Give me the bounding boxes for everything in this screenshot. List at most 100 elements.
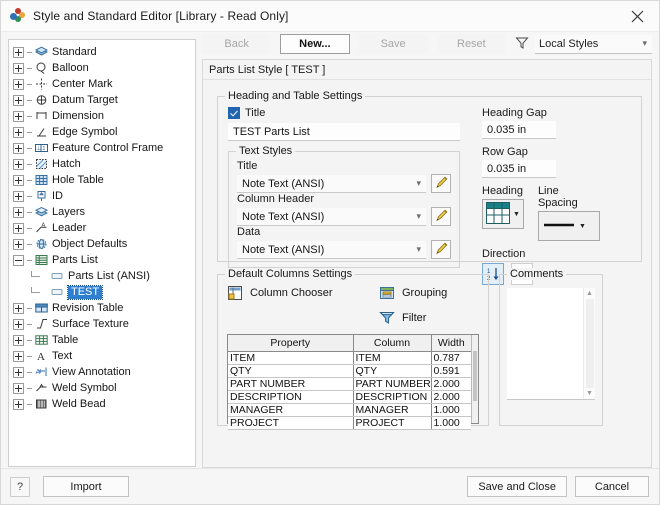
expand-icon[interactable] [13,207,24,218]
expand-icon[interactable] [13,383,24,394]
tree-item-hole-table[interactable]: Hole Table [9,172,195,188]
tree-item-layers[interactable]: Layers [9,204,195,220]
edit-text-style-button[interactable] [431,207,451,226]
expand-icon[interactable] [13,175,24,186]
text-style-select[interactable]: Note Text (ANSI)▾ [237,208,426,226]
table-cell[interactable]: PROJECT [228,417,353,430]
tree-item-id[interactable]: ID [9,188,195,204]
tree-item-weld-bead[interactable]: Weld Bead [9,396,195,412]
title-checkbox-row[interactable]: Title [228,107,460,119]
scrollbar-track[interactable] [586,299,594,388]
table-row[interactable]: MANAGERMANAGER1.000 [228,404,471,417]
back-button[interactable]: Back [202,34,271,54]
expand-icon[interactable] [13,399,24,410]
expand-icon[interactable] [13,191,24,202]
table-cell[interactable]: PART NUMBER [353,378,431,391]
reset-button[interactable]: Reset [437,34,506,54]
expand-icon[interactable] [13,159,24,170]
filter-button[interactable]: Filter [379,310,447,326]
tree-item-balloon[interactable]: Balloon [9,60,195,76]
expand-icon[interactable] [13,47,24,58]
scroll-up-icon[interactable]: ▲ [586,290,593,297]
table-cell[interactable]: ITEM [353,352,431,365]
tree-item-view-annotation[interactable]: AView Annotation [9,364,195,380]
columns-table-header-cell[interactable]: Column [353,335,431,352]
tree-item-hatch[interactable]: Hatch [9,156,195,172]
edit-text-style-button[interactable] [431,174,451,193]
title-checkbox[interactable] [228,107,240,119]
tree-item-test[interactable]: TEST [9,284,195,300]
grouping-button[interactable]: Grouping [379,285,447,301]
tree-item-object-defaults[interactable]: Object Defaults [9,236,195,252]
expand-icon[interactable] [13,319,24,330]
close-icon[interactable] [615,1,659,31]
table-cell[interactable]: ITEM [228,352,353,365]
tree-item-surface-texture[interactable]: Surface Texture [9,316,195,332]
table-row[interactable]: DESCRIPTIONDESCRIPTION2.000 [228,391,471,404]
expand-icon[interactable] [13,351,24,362]
table-cell[interactable]: DESCRIPTION [353,391,431,404]
expand-icon[interactable] [13,111,24,122]
table-row[interactable]: PROJECTPROJECT1.000 [228,417,471,430]
table-cell[interactable]: 0.787 [431,352,471,365]
style-scope-select[interactable]: Local Styles ▾ [535,35,652,54]
table-cell[interactable]: PROJECT [353,417,431,430]
tree-item-weld-symbol[interactable]: Weld Symbol [9,380,195,396]
tree-item-parts-list-ansi[interactable]: Parts List (ANSI) [9,268,195,284]
style-tree-panel[interactable]: StandardBalloonCenter MarkDatum TargetDi… [8,39,196,467]
tree-item-dimension[interactable]: Dimension [9,108,195,124]
table-cell[interactable]: DESCRIPTION [228,391,353,404]
save-button[interactable]: Save [359,34,428,54]
new-button[interactable]: New... [280,34,349,54]
heading-gap-input[interactable]: 0.035 in [482,121,556,139]
tree-item-text[interactable]: AText [9,348,195,364]
expand-icon[interactable] [13,63,24,74]
table-cell[interactable]: PART NUMBER [228,378,353,391]
table-row[interactable]: PART NUMBERPART NUMBER2.000 [228,378,471,391]
comments-textarea[interactable]: ▲ ▼ [507,288,595,400]
expand-icon[interactable] [13,223,24,234]
scroll-down-icon[interactable]: ▼ [586,390,593,397]
cancel-button[interactable]: Cancel [575,476,649,497]
heading-style-dropdown[interactable]: ▼ [482,199,524,229]
table-cell[interactable]: 2.000 [431,391,471,404]
expand-icon[interactable] [13,79,24,90]
tree-item-edge-symbol[interactable]: Edge Symbol [9,124,195,140]
tree-item-parts-list[interactable]: Parts List [9,252,195,268]
column-chooser-button[interactable]: Column Chooser [227,285,379,301]
table-cell[interactable]: QTY [228,365,353,378]
columns-table-wrapper[interactable]: PropertyColumnWidth ITEMITEM0.787QTYQTY0… [227,334,479,424]
expand-icon[interactable] [13,367,24,378]
row-gap-input[interactable]: 0.035 in [482,160,556,178]
tree-item-center-mark[interactable]: Center Mark [9,76,195,92]
columns-table-header-cell[interactable]: Property [228,335,353,352]
comments-text[interactable] [507,288,583,399]
edit-text-style-button[interactable] [431,240,451,259]
tree-item-table[interactable]: Table [9,332,195,348]
tree-item-datum-target[interactable]: Datum Target [9,92,195,108]
table-cell[interactable]: 0.591 [431,365,471,378]
expand-icon[interactable] [13,127,24,138]
import-button[interactable]: Import [43,476,129,497]
line-spacing-dropdown[interactable]: ▼ [538,211,600,241]
collapse-icon[interactable] [13,255,24,266]
columns-table-header-cell[interactable]: Width [431,335,471,352]
comments-scrollbar[interactable]: ▲ ▼ [583,288,595,399]
tree-item-standard[interactable]: Standard [9,44,195,60]
table-cell[interactable]: 1.000 [431,404,471,417]
text-style-select[interactable]: Note Text (ANSI)▾ [237,241,426,259]
table-cell[interactable]: QTY [353,365,431,378]
table-cell[interactable]: 2.000 [431,378,471,391]
expand-icon[interactable] [13,239,24,250]
help-icon[interactable]: ? [10,477,30,497]
title-input[interactable]: TEST Parts List [228,123,460,141]
table-cell[interactable]: 1.000 [431,417,471,430]
expand-icon[interactable] [13,303,24,314]
table-row[interactable]: QTYQTY0.591 [228,365,471,378]
tree-item-feature-control-frame[interactable]: ⊥1Feature Control Frame [9,140,195,156]
text-style-select[interactable]: Note Text (ANSI)▾ [237,175,426,193]
expand-icon[interactable] [13,95,24,106]
expand-icon[interactable] [13,143,24,154]
table-cell[interactable]: MANAGER [228,404,353,417]
table-row[interactable]: ITEMITEM0.787 [228,352,471,365]
